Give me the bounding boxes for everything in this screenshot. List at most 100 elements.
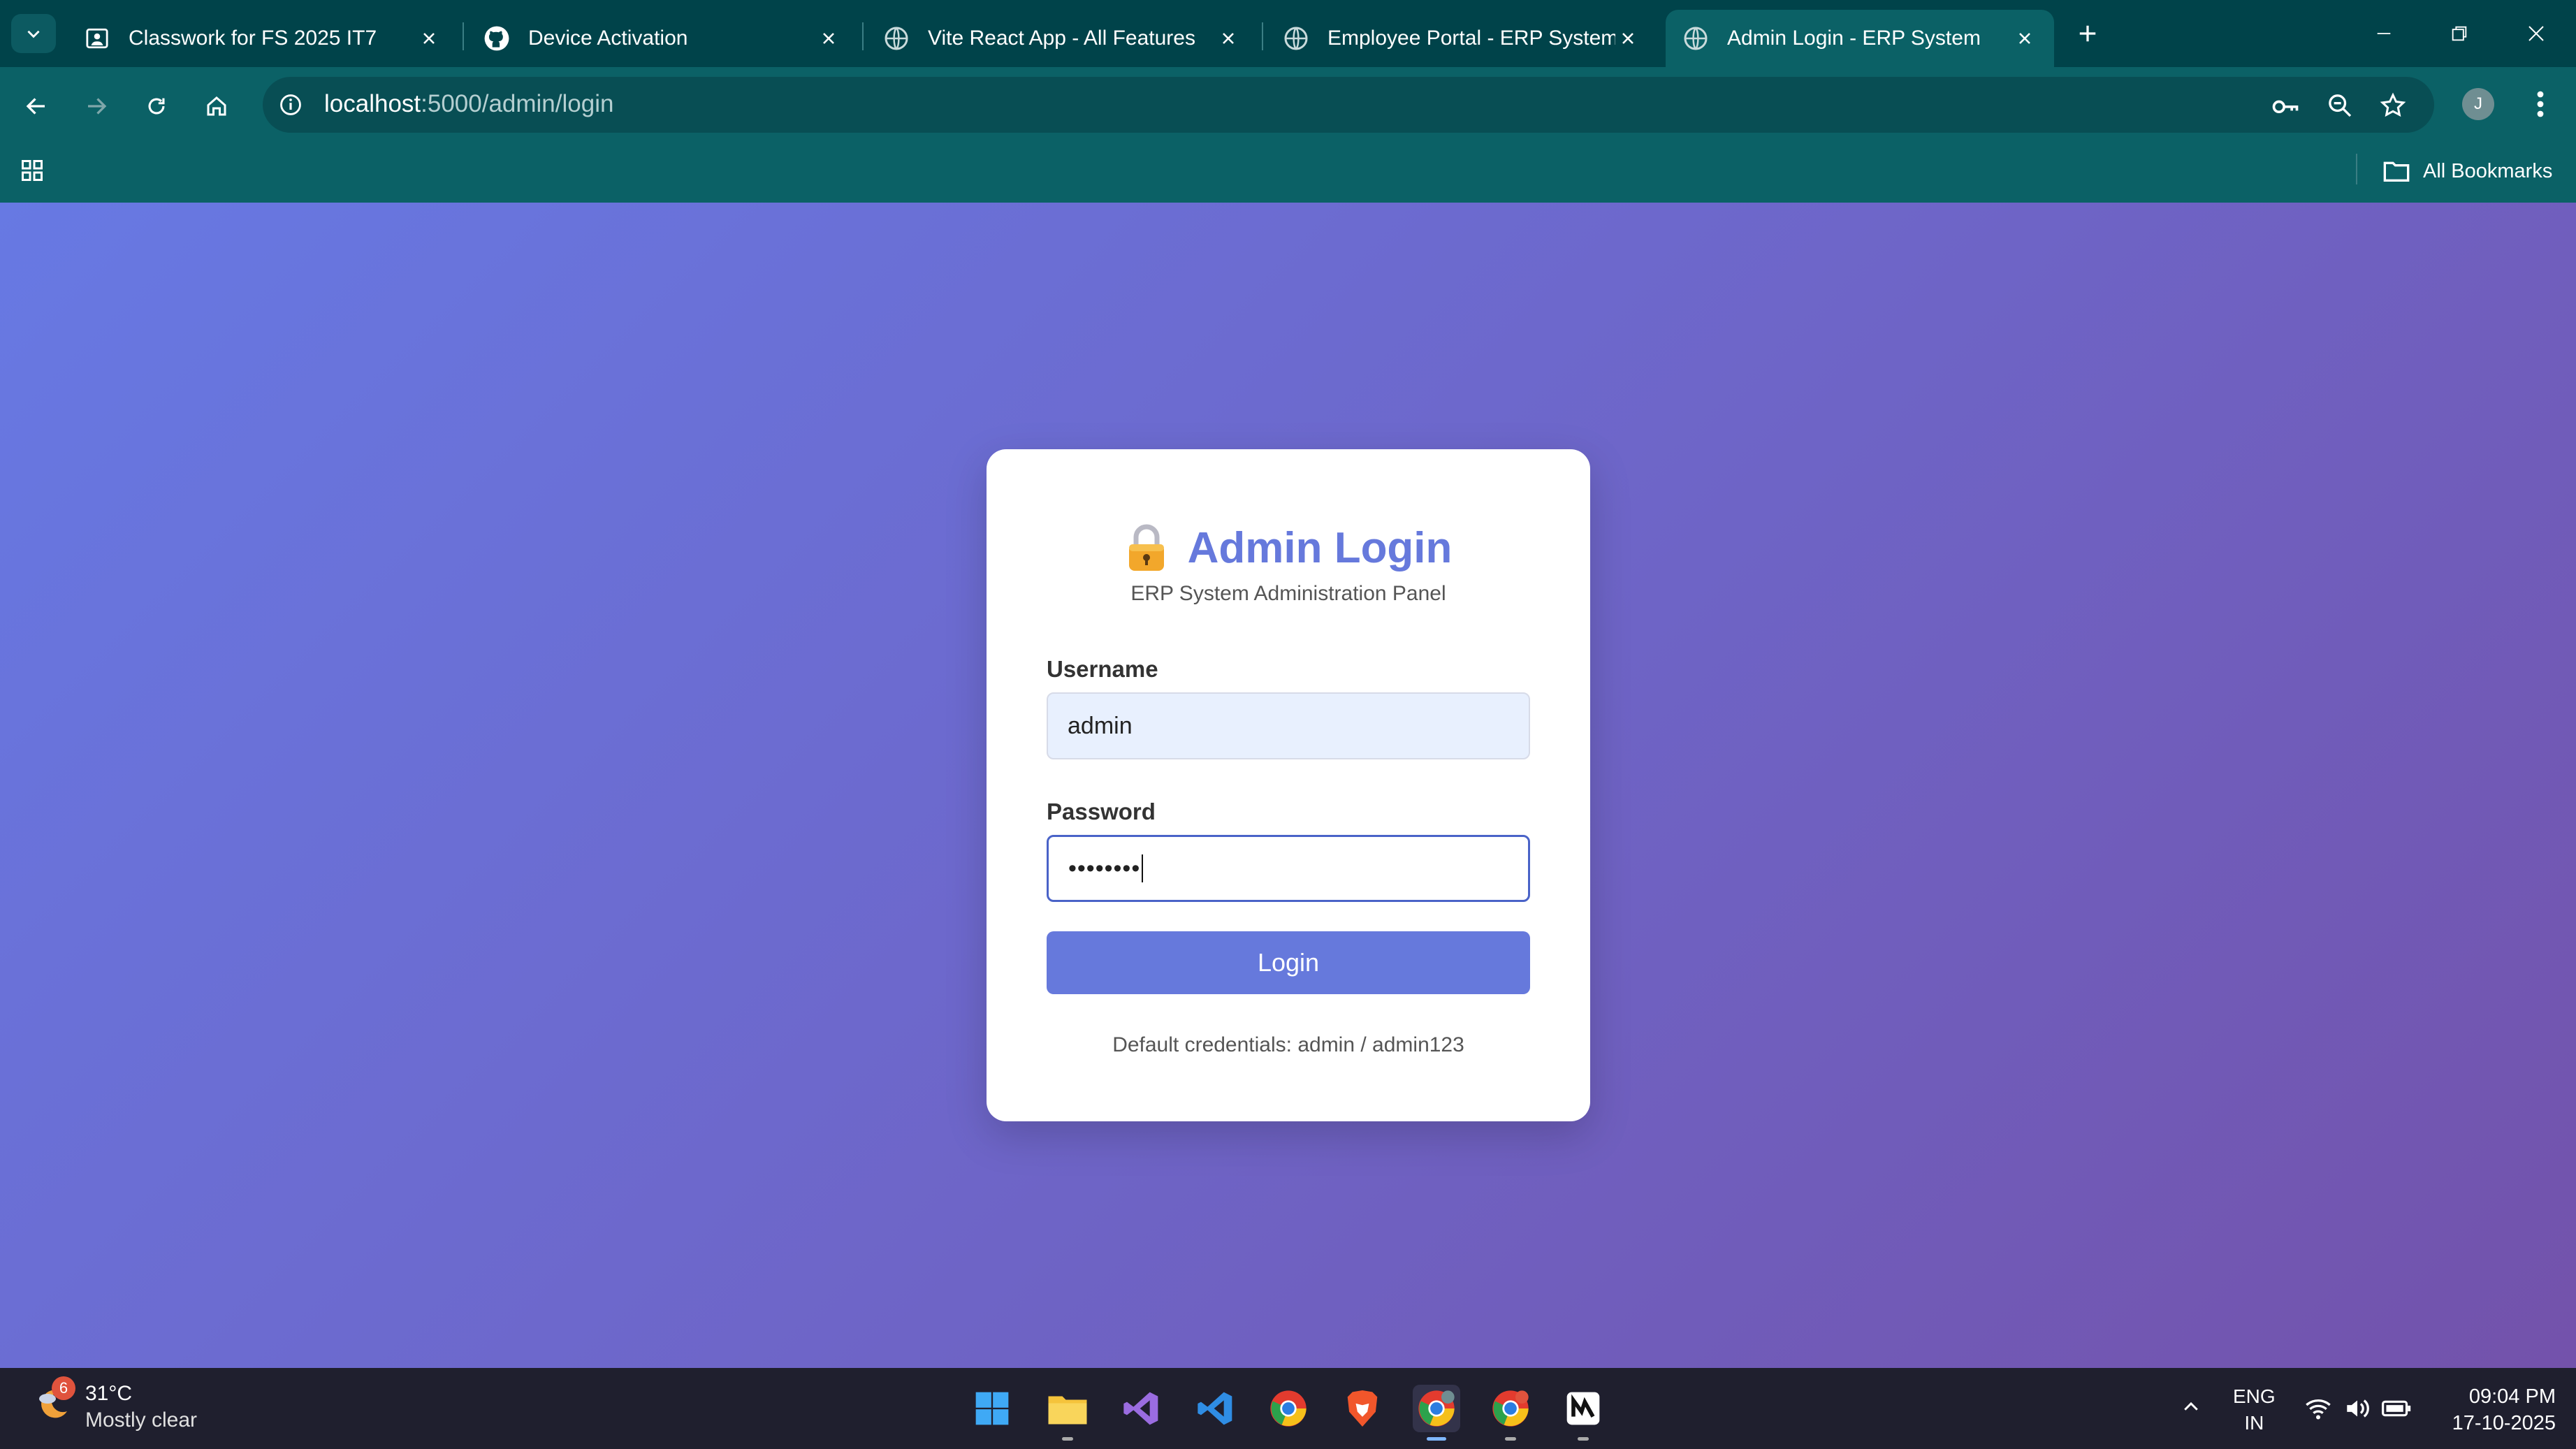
region-code: IN xyxy=(2244,1412,2264,1434)
close-tab-icon[interactable] xyxy=(2012,26,2037,51)
password-key-icon[interactable] xyxy=(2269,89,2301,122)
login-card: Admin Login ERP System Administration Pa… xyxy=(987,449,1590,1121)
lock-icon xyxy=(1125,523,1170,572)
restore-icon xyxy=(2452,26,2467,41)
password-label: Password xyxy=(1047,799,1156,824)
reload-button[interactable] xyxy=(134,84,179,129)
running-indicator xyxy=(1062,1437,1073,1441)
restore-button[interactable] xyxy=(2440,14,2479,53)
file-explorer-app[interactable] xyxy=(1044,1385,1091,1441)
text-caret xyxy=(1142,854,1144,882)
chrome-icon xyxy=(1418,1390,1455,1427)
home-button[interactable] xyxy=(194,84,239,129)
tab-employee-portal[interactable]: Employee Portal - ERP System xyxy=(1266,10,1657,67)
tab-title: Admin Login - ERP System xyxy=(1727,27,1981,50)
volume-icon[interactable] xyxy=(2342,1393,2373,1424)
bookmark-star-icon[interactable] xyxy=(2377,89,2409,122)
running-indicator xyxy=(1505,1437,1516,1441)
weather-alert-badge: 6 xyxy=(52,1376,75,1400)
tab-vite-react[interactable]: Vite React App - All Features xyxy=(866,10,1258,67)
page-background: Admin Login ERP System Administration Pa… xyxy=(0,203,2576,1368)
chrome-icon xyxy=(1492,1390,1529,1427)
chrome-app[interactable] xyxy=(1265,1385,1312,1432)
chrome-profile-app-2[interactable] xyxy=(1487,1385,1534,1441)
brave-lion-icon xyxy=(1347,1390,1378,1427)
forward-arrow-icon xyxy=(88,98,107,115)
start-button[interactable] xyxy=(968,1385,1016,1432)
folder-icon xyxy=(2382,159,2412,184)
globe-icon xyxy=(1283,25,1309,52)
close-tab-icon[interactable] xyxy=(416,26,442,51)
chrome-profile-app[interactable] xyxy=(1413,1385,1460,1441)
url-path: :5000/admin/login xyxy=(421,90,614,117)
tab-search-button[interactable] xyxy=(11,14,56,53)
forward-button[interactable] xyxy=(74,84,119,129)
taskbar: 6 31°C Mostly clear ENG IN 09:04 PM 17-1… xyxy=(0,1368,2576,1449)
active-indicator xyxy=(1427,1437,1446,1441)
all-bookmarks-label: All Bookmarks xyxy=(2423,159,2553,182)
bookmarks-bar: All Bookmarks xyxy=(0,145,2576,203)
globe-icon xyxy=(883,25,910,52)
browser-toolbar: localhost:5000/admin/login xyxy=(0,67,2576,145)
vscode-app[interactable] xyxy=(1192,1385,1239,1432)
username-value: admin xyxy=(1068,712,1133,739)
default-credentials-hint: Default credentials: admin / admin123 xyxy=(1112,1033,1464,1056)
minimize-icon xyxy=(2377,33,2391,34)
tab-classwork[interactable]: Classwork for FS 2025 IT7 xyxy=(67,10,458,67)
language-indicator[interactable]: ENG IN xyxy=(2233,1383,2276,1436)
plus-icon xyxy=(2079,25,2096,42)
more-vertical-icon xyxy=(2537,91,2544,117)
login-header: Admin Login xyxy=(987,516,1590,579)
home-icon xyxy=(207,96,226,116)
wifi-icon[interactable] xyxy=(2303,1393,2334,1424)
vscode-icon xyxy=(1198,1392,1232,1425)
tab-title: Vite React App - All Features xyxy=(928,27,1195,50)
login-subtitle: ERP System Administration Panel xyxy=(1130,582,1446,605)
username-input[interactable]: admin xyxy=(1047,692,1530,759)
chevron-up-icon xyxy=(2184,1401,2198,1411)
new-tab-button[interactable] xyxy=(2071,17,2104,50)
address-bar[interactable]: localhost:5000/admin/login xyxy=(263,77,2434,133)
site-info-icon[interactable] xyxy=(275,89,306,120)
bookmarks-separator xyxy=(2356,154,2357,184)
visual-studio-app[interactable] xyxy=(1118,1385,1165,1432)
folder-icon xyxy=(1048,1396,1087,1425)
back-arrow-icon xyxy=(26,98,45,115)
login-button[interactable]: Login xyxy=(1047,931,1530,994)
tab-strip: Classwork for FS 2025 IT7 Device Activat… xyxy=(0,0,2576,67)
browser-menu-button[interactable] xyxy=(2526,87,2554,122)
show-hidden-icons-button[interactable] xyxy=(2177,1393,2205,1421)
running-indicator xyxy=(1578,1437,1589,1441)
tab-admin-login[interactable]: Admin Login - ERP System xyxy=(1666,10,2054,67)
close-tab-icon[interactable] xyxy=(1216,26,1241,51)
clock-date: 17-10-2025 xyxy=(2452,1412,2556,1434)
apps-grid-icon[interactable] xyxy=(17,155,48,186)
chevron-down-icon xyxy=(27,30,40,38)
tab-separator xyxy=(1262,22,1263,50)
minimize-button[interactable] xyxy=(2364,14,2403,53)
close-window-button[interactable] xyxy=(2517,14,2556,53)
back-button[interactable] xyxy=(14,84,59,129)
tab-title: Employee Portal - ERP System xyxy=(1327,27,1615,50)
close-tab-icon[interactable] xyxy=(816,26,841,51)
visual-studio-icon xyxy=(1123,1392,1158,1425)
battery-icon[interactable] xyxy=(2381,1393,2412,1424)
brave-app[interactable] xyxy=(1339,1385,1386,1432)
profile-avatar[interactable]: J xyxy=(2462,88,2494,120)
tab-device-activation[interactable]: Device Activation xyxy=(467,10,858,67)
close-tab-icon[interactable] xyxy=(1615,26,1640,51)
zoom-icon[interactable] xyxy=(2324,89,2356,122)
notion-app[interactable] xyxy=(1559,1385,1607,1441)
tab-separator xyxy=(463,22,464,50)
weather-temperature: 31°C xyxy=(85,1382,133,1405)
password-input[interactable]: •••••••• xyxy=(1047,835,1530,902)
all-bookmarks-button[interactable]: All Bookmarks xyxy=(2382,155,2552,187)
clock-time: 09:04 PM xyxy=(2468,1385,2556,1408)
language-code: ENG xyxy=(2233,1385,2276,1407)
globe-icon xyxy=(1682,25,1709,52)
tab-title: Device Activation xyxy=(528,27,688,50)
system-clock[interactable]: 09:04 PM 17-10-2025 xyxy=(2430,1383,2556,1436)
chrome-icon xyxy=(1270,1390,1307,1427)
tab-separator xyxy=(862,22,864,50)
classroom-icon xyxy=(84,25,110,52)
